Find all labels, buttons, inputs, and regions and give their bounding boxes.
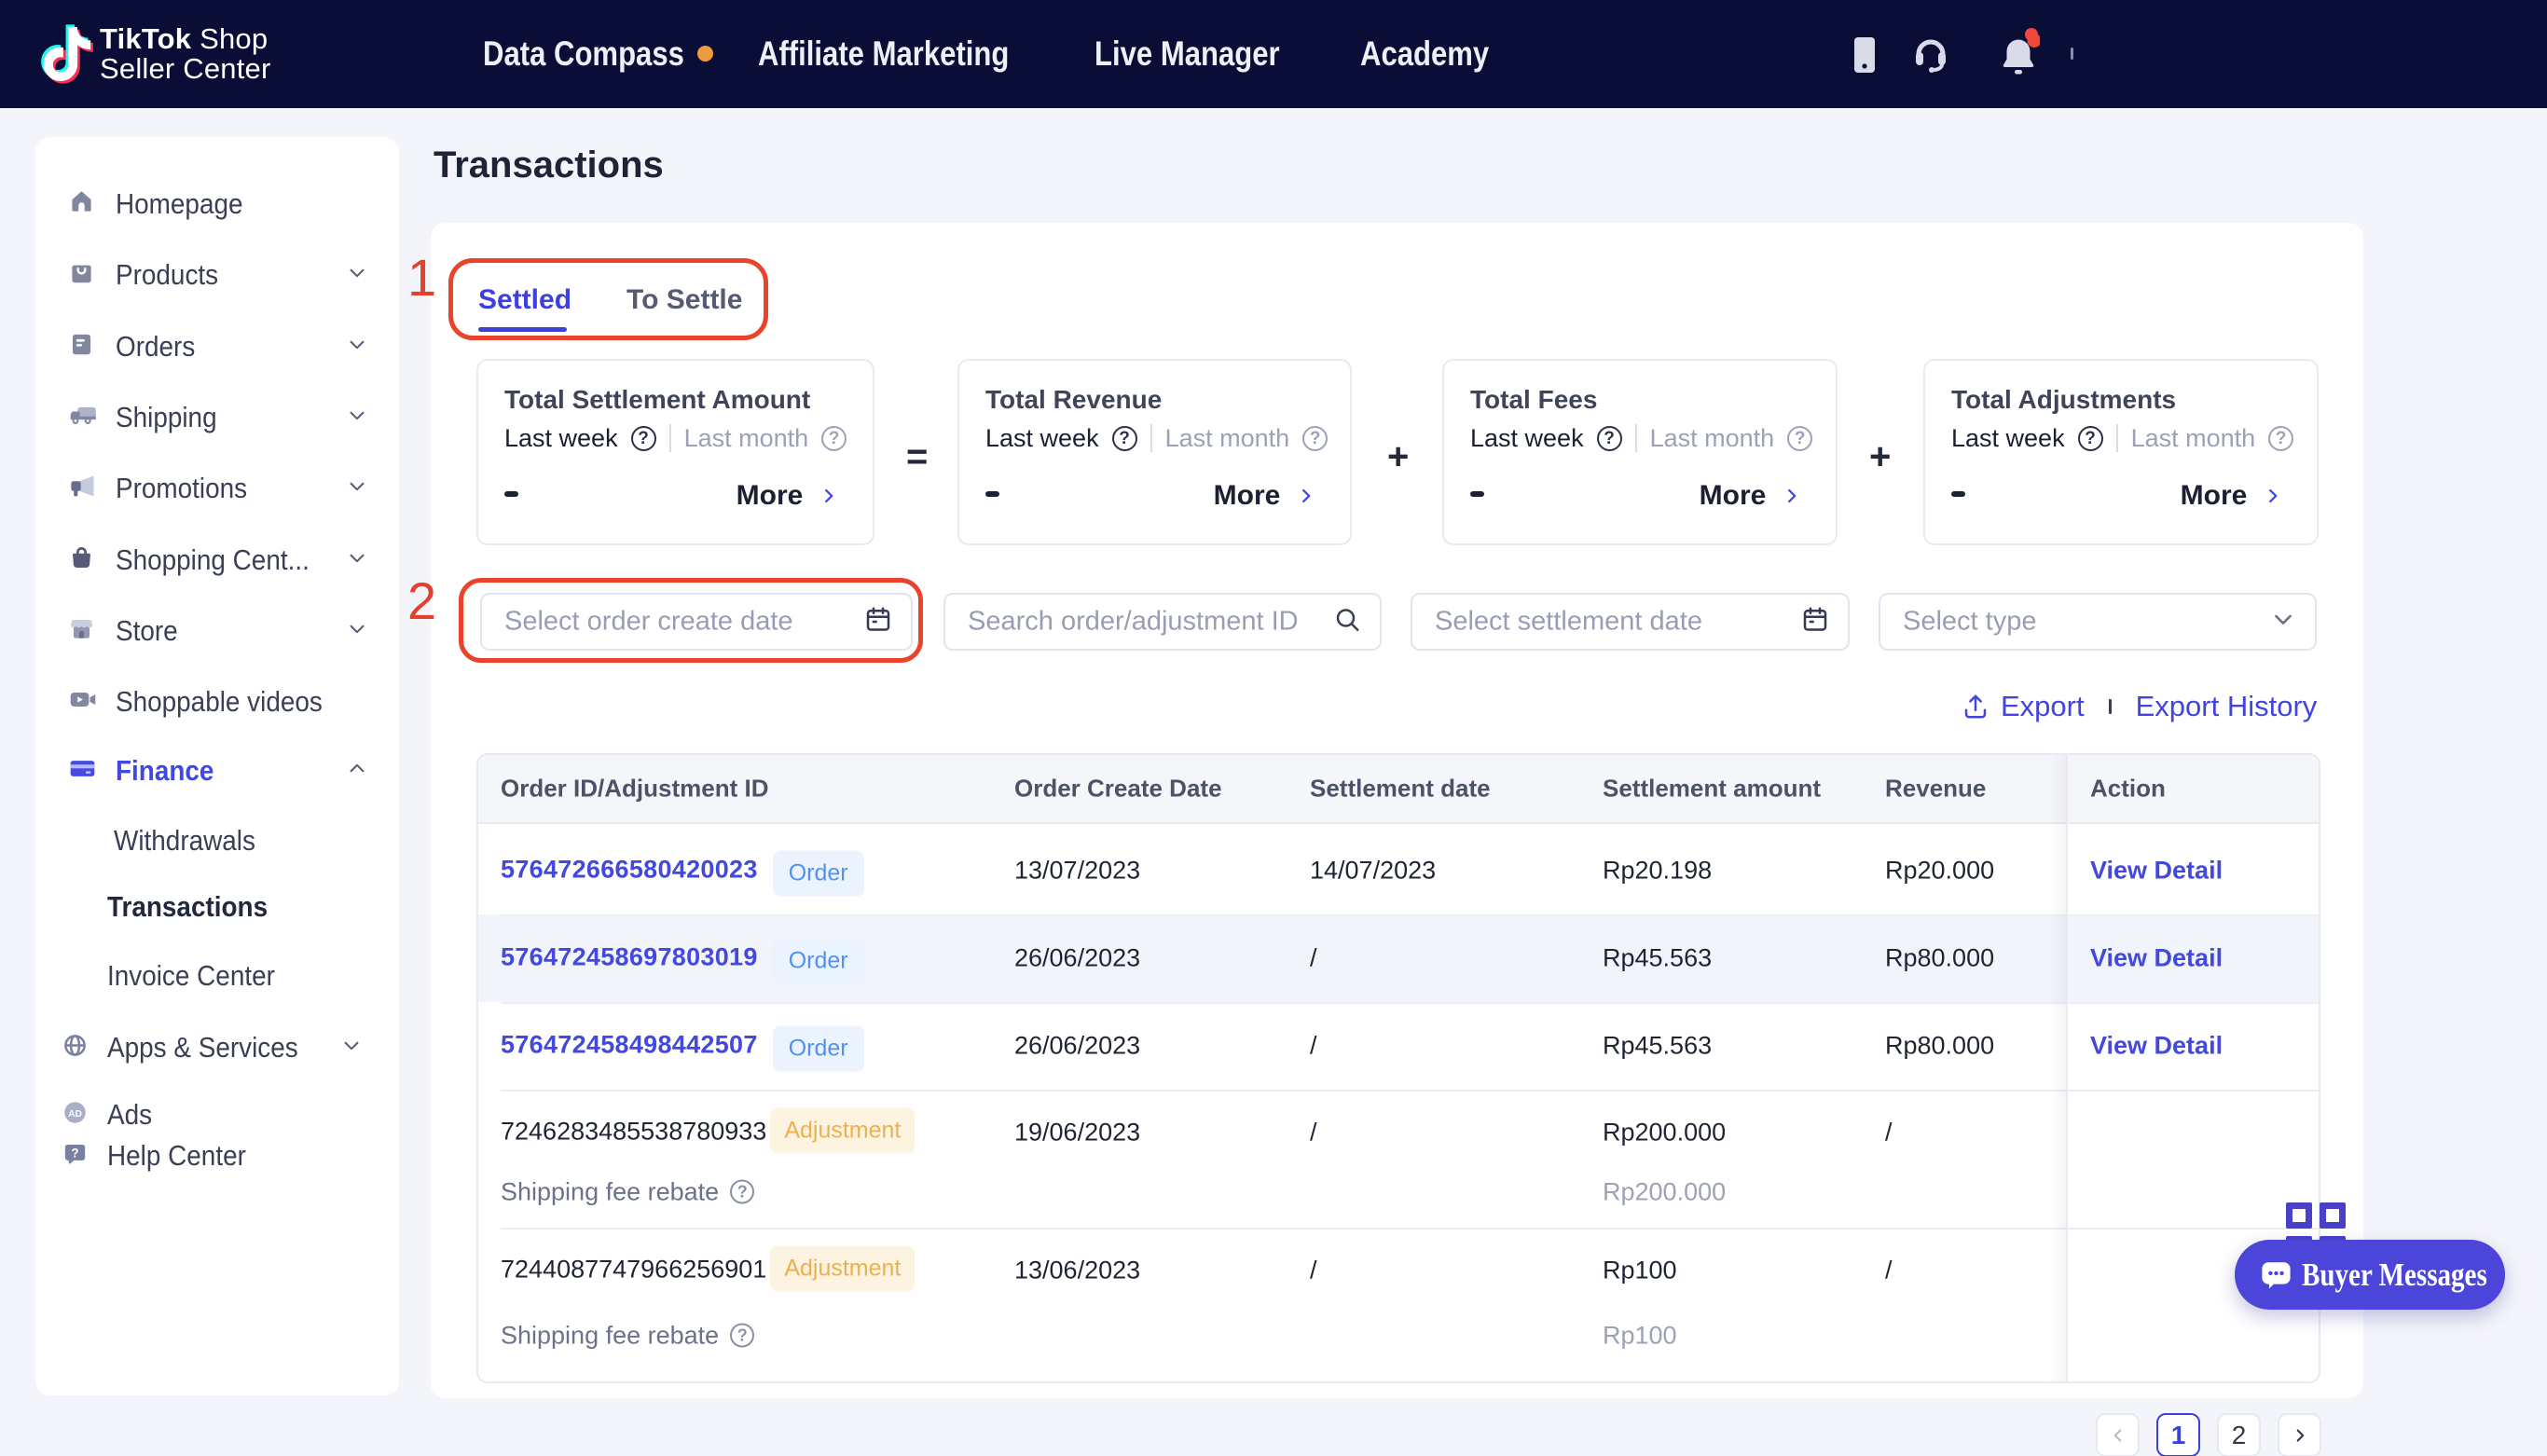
- svg-text:?: ?: [71, 1146, 78, 1160]
- svg-text:AD: AD: [68, 1109, 82, 1119]
